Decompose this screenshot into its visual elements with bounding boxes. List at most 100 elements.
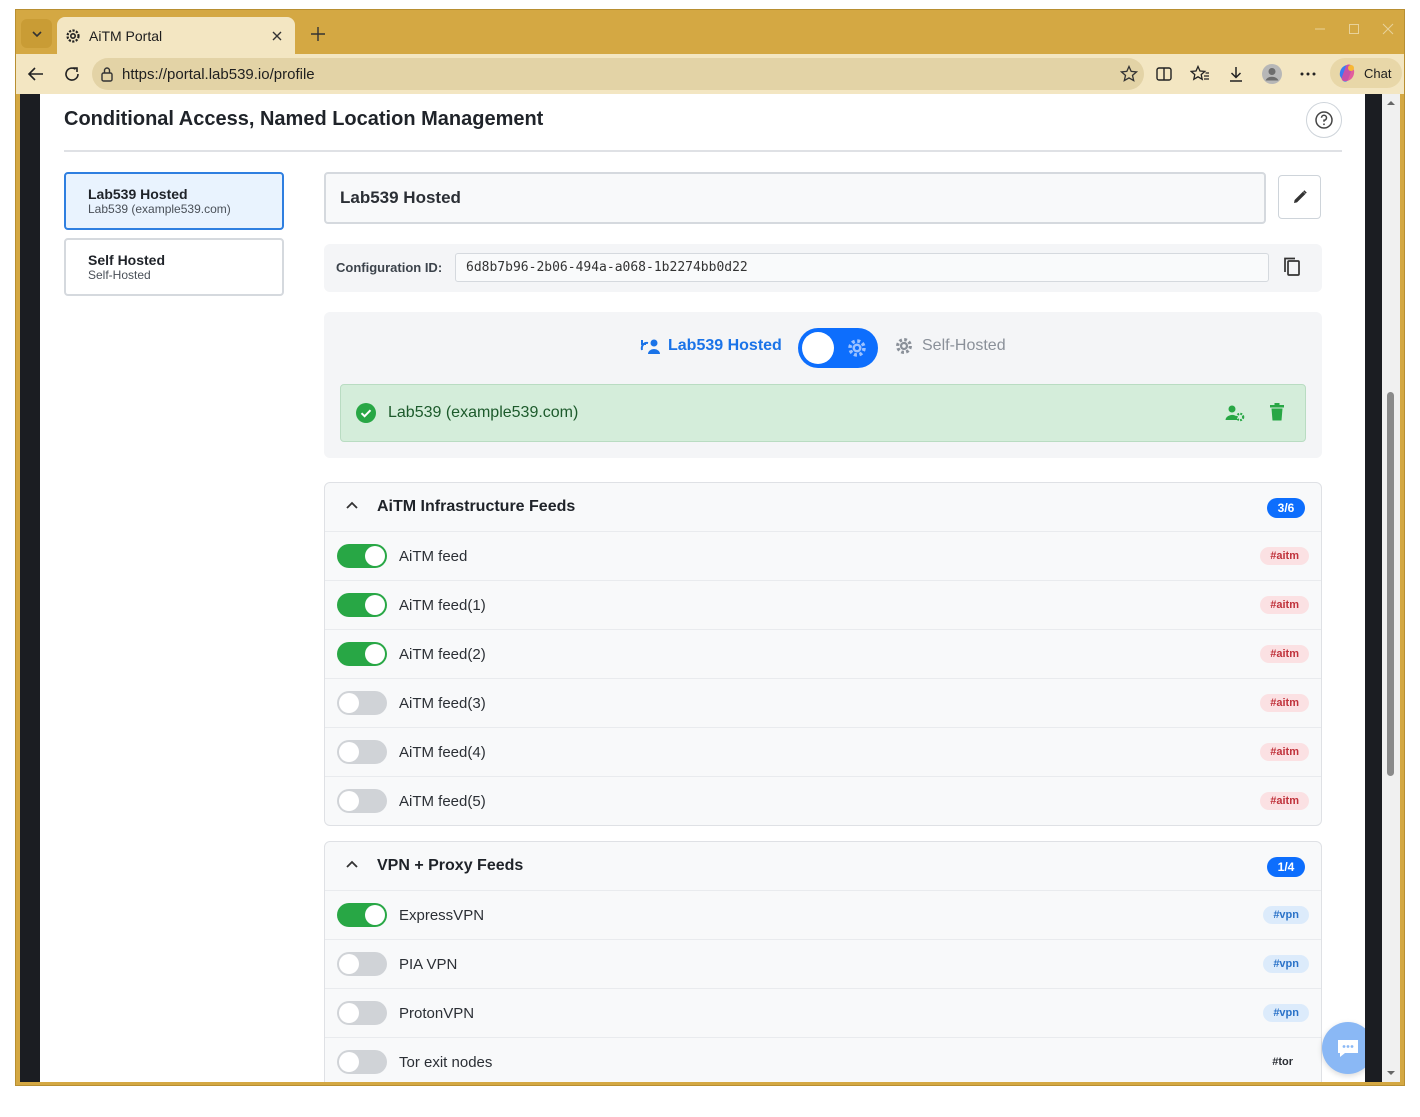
split-screen-icon[interactable] [1152,62,1176,86]
feed-name: AiTM feed(2) [399,646,486,663]
gear-favicon-icon [66,28,80,43]
feed-toggle[interactable] [337,903,387,927]
feed-toggle[interactable] [337,691,387,715]
scroll-up-icon[interactable] [1386,98,1396,108]
feed-row: Tor exit nodes #tor [325,1037,1321,1082]
feed-toggle[interactable] [337,789,387,813]
feed-name: AiTM feed(5) [399,793,486,810]
feed-row: AiTM feed(4) #aitm [325,727,1321,776]
feed-tag: #aitm [1260,694,1309,712]
page-header: Conditional Access, Named Location Manag… [64,94,1342,152]
question-icon [1315,111,1333,129]
feed-toggle[interactable] [337,740,387,764]
chat-widget-button[interactable] [1322,1022,1365,1074]
page-title: Conditional Access, Named Location Manag… [64,108,544,130]
feed-toggle[interactable] [337,1050,387,1074]
feed-row: AiTM feed(3) #aitm [325,678,1321,727]
trash-icon[interactable] [1269,403,1285,421]
copilot-chat-button[interactable]: Chat [1330,58,1402,88]
section-count-badge: 3/6 [1267,498,1305,518]
tab-strip: AiTM Portal [16,10,1404,54]
chat-label: Chat [1364,65,1392,81]
feed-row: AiTM feed(2) #aitm [325,629,1321,678]
chevron-up-icon[interactable] [345,859,359,869]
config-item-name: Lab539 Hosted [88,186,188,202]
profile-avatar-icon[interactable] [1260,62,1284,86]
section-count-badge: 1/4 [1267,857,1305,877]
feed-tag: #aitm [1260,547,1309,565]
edit-name-button[interactable] [1278,175,1321,219]
refresh-icon[interactable] [60,62,84,86]
mode-option-hosted[interactable]: Lab539 Hosted [640,336,782,356]
feed-name: ProtonVPN [399,1005,475,1022]
feed-name: AiTM feed(4) [399,744,486,761]
feed-row: ExpressVPN #vpn [325,890,1321,939]
help-button[interactable] [1306,102,1342,138]
section-header[interactable]: VPN + Proxy Feeds 1/4 [325,842,1321,890]
user-settings-icon[interactable] [1225,404,1245,422]
window-controls [1314,22,1394,35]
address-bar[interactable]: https://portal.lab539.io/profile [92,58,1144,90]
download-icon[interactable] [1224,62,1248,86]
feed-name: AiTM feed(3) [399,695,486,712]
more-options-icon[interactable] [1296,62,1320,86]
favorites-icon[interactable] [1188,62,1212,86]
feed-toggle[interactable] [337,544,387,568]
page-scrollbar[interactable] [1382,94,1400,1082]
feed-row: AiTM feed(1) #aitm [325,580,1321,629]
scroll-thumb[interactable] [1387,392,1394,776]
copilot-icon [1339,64,1355,82]
cloud-user-icon [640,339,660,354]
back-arrow-icon[interactable] [24,62,48,86]
mode-option-self-hosted[interactable]: Self-Hosted [894,336,1006,356]
config-item-name: Self Hosted [88,252,166,268]
tab-actions-chevron-down-icon[interactable] [21,19,52,48]
section-title: AiTM Infrastructure Feeds [377,498,576,515]
feed-tag: #vpn [1263,906,1309,924]
tab-aitm-portal[interactable]: AiTM Portal [57,17,295,54]
scroll-down-icon[interactable] [1386,1068,1396,1078]
feed-name: AiTM feed(1) [399,597,486,614]
config-item-lab539-hosted[interactable]: Lab539 Hosted Lab539 (example539.com) [64,172,284,230]
config-item-self-hosted[interactable]: Self Hosted Self-Hosted [64,238,284,296]
feed-tag: #aitm [1260,596,1309,614]
feed-toggle[interactable] [337,952,387,976]
chevron-up-icon[interactable] [345,500,359,510]
config-id-field[interactable]: 6d8b7b96-2b06-494a-a068-1b2274bb0d22 [455,253,1269,282]
section-header[interactable]: AiTM Infrastructure Feeds 3/6 [325,483,1321,531]
feed-toggle[interactable] [337,642,387,666]
close-window-icon[interactable] [1382,22,1394,35]
tab-close-icon[interactable] [269,28,285,44]
feed-name: Tor exit nodes [399,1054,493,1071]
chat-bubble-icon [1338,1040,1358,1057]
feed-tag: #aitm [1260,792,1309,810]
feed-toggle[interactable] [337,593,387,617]
feed-name: AiTM feed [399,548,468,565]
section-title: VPN + Proxy Feeds [377,857,524,874]
copy-icon[interactable] [1282,256,1304,280]
feed-tag: #aitm [1260,645,1309,663]
tenant-status-box: Lab539 (example539.com) [340,384,1306,442]
tab-title: AiTM Portal [89,27,163,44]
config-item-subtitle: Self-Hosted [88,268,151,282]
new-tab-plus-icon[interactable] [306,22,330,46]
page-content: Conditional Access, Named Location Manag… [40,94,1365,1082]
feed-name: ExpressVPN [399,907,485,924]
hosting-mode-panel: Lab539 Hosted Self-Hosted Lab539 (exampl… [324,312,1322,458]
browser-toolbar: https://portal.lab539.io/profile Chat [16,54,1404,94]
feed-tag: #aitm [1260,743,1309,761]
config-item-subtitle: Lab539 (example539.com) [88,202,231,216]
hosting-mode-toggle[interactable] [798,328,878,368]
favorite-star-icon[interactable] [1120,65,1138,83]
feed-tag: #vpn [1263,955,1309,973]
feed-toggle[interactable] [337,1001,387,1025]
mode-hosted-label: Lab539 Hosted [668,337,782,354]
url-text: https://portal.lab539.io/profile [122,65,315,83]
check-circle-icon [356,403,376,423]
gear-icon [896,338,912,354]
minimize-icon[interactable] [1314,22,1326,34]
maximize-icon[interactable] [1348,22,1360,34]
toggle-knob [802,332,834,364]
config-id-row: Configuration ID: 6d8b7b96-2b06-494a-a06… [324,244,1322,292]
config-name-field[interactable]: Lab539 Hosted [324,172,1266,224]
